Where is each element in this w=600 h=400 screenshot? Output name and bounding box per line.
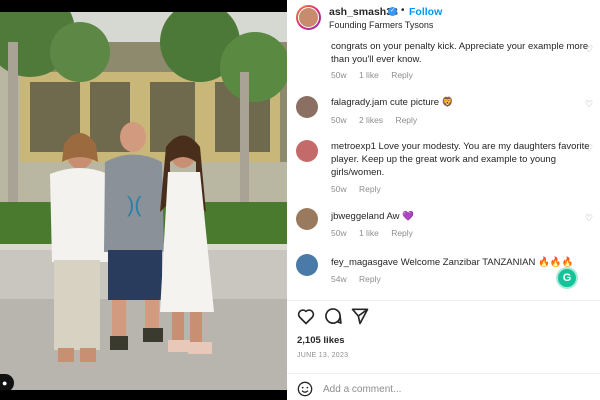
- comment-time: 50w: [331, 115, 347, 125]
- emoji-icon[interactable]: [297, 381, 313, 397]
- comment-divider: [287, 373, 600, 374]
- comment-text: congrats on your penalty kick. Appreciat…: [331, 41, 589, 65]
- comment-meta: 50w 1 like Reply: [331, 228, 423, 238]
- comment-text: Welcome Zanzibar TANZANIAN 🔥🔥🔥: [400, 257, 574, 268]
- follow-button[interactable]: Follow: [409, 6, 442, 18]
- comment-time: 50w: [331, 184, 347, 194]
- tag-people-icon[interactable]: ●: [0, 374, 14, 390]
- share-icon[interactable]: [350, 306, 370, 326]
- commenter-avatar[interactable]: [296, 208, 318, 230]
- comment-meta: 54w Reply: [331, 274, 391, 284]
- comment-time: 50w: [331, 70, 347, 80]
- separator-dot: •: [401, 5, 405, 16]
- comment-likes[interactable]: 1 like: [359, 228, 379, 238]
- comment-meta: 50w 1 like Reply: [331, 70, 423, 80]
- comment-text: Aw 💜: [386, 211, 414, 222]
- comment-body: falagrady.jam cute picture 🦁: [331, 96, 593, 109]
- post-header: ash_smash33 ✓ • Follow Founding Farmers …: [287, 0, 600, 36]
- comment-meta: 50w 2 likes Reply: [331, 115, 427, 125]
- comment-likes[interactable]: 1 like: [359, 70, 379, 80]
- add-comment-bar: [287, 378, 600, 400]
- comment-reply-button[interactable]: Reply: [391, 228, 413, 238]
- comment-time: 50w: [331, 228, 347, 238]
- commenter-avatar[interactable]: [296, 254, 318, 276]
- comment-reply-button[interactable]: Reply: [391, 70, 413, 80]
- svg-text:)(: )(: [127, 192, 142, 217]
- actions-divider: [287, 300, 600, 301]
- commenter-username[interactable]: jbweggeland: [331, 211, 384, 222]
- commenter-avatar[interactable]: [296, 140, 318, 162]
- commenter-username[interactable]: falagrady.jam: [331, 97, 387, 108]
- comment-body: fey_magasgave Welcome Zanzibar TANZANIAN…: [331, 256, 593, 269]
- comment-meta: 50w Reply: [331, 184, 391, 194]
- post-photo-image: )(: [0, 12, 287, 390]
- post-location[interactable]: Founding Farmers Tysons: [329, 20, 433, 30]
- comment-time: 54w: [331, 274, 347, 284]
- heart-icon[interactable]: [296, 306, 316, 326]
- comment-body: jbweggeland Aw 💜: [331, 210, 593, 223]
- commenter-avatar[interactable]: [296, 96, 318, 118]
- bottom-frame-bar: [0, 390, 287, 400]
- post-photo[interactable]: )( ●: [0, 12, 287, 390]
- commenter-username[interactable]: metroexp1: [331, 141, 376, 152]
- heart-icon[interactable]: ♡: [585, 143, 594, 153]
- author-avatar[interactable]: [296, 5, 321, 30]
- comment-reply-button[interactable]: Reply: [395, 115, 417, 125]
- comment-reply-button[interactable]: Reply: [359, 274, 381, 284]
- likes-count[interactable]: 2,105 likes: [297, 335, 345, 346]
- comment-reply-button[interactable]: Reply: [359, 184, 381, 194]
- post-details-panel: ash_smash33 ✓ • Follow Founding Farmers …: [287, 0, 600, 400]
- verified-badge-icon: ✓: [388, 7, 397, 16]
- comment-icon[interactable]: [323, 306, 343, 326]
- comments-list[interactable]: congrats on your penalty kick. Appreciat…: [287, 36, 600, 298]
- heart-icon[interactable]: ♡: [585, 44, 594, 54]
- comment-text: cute picture 🦁: [389, 97, 454, 108]
- post-date: JUNE 13, 2023: [297, 352, 349, 359]
- post-actions: [287, 306, 600, 328]
- grammarly-icon[interactable]: G: [556, 267, 578, 289]
- comment-body: metroexp1 Love your modesty. You are my …: [331, 140, 593, 179]
- heart-icon[interactable]: ♡: [585, 213, 594, 223]
- comment-likes[interactable]: 2 likes: [359, 115, 383, 125]
- commenter-username[interactable]: fey_magasgave: [331, 257, 398, 268]
- add-comment-input[interactable]: [323, 380, 563, 398]
- heart-icon[interactable]: ♡: [585, 99, 594, 109]
